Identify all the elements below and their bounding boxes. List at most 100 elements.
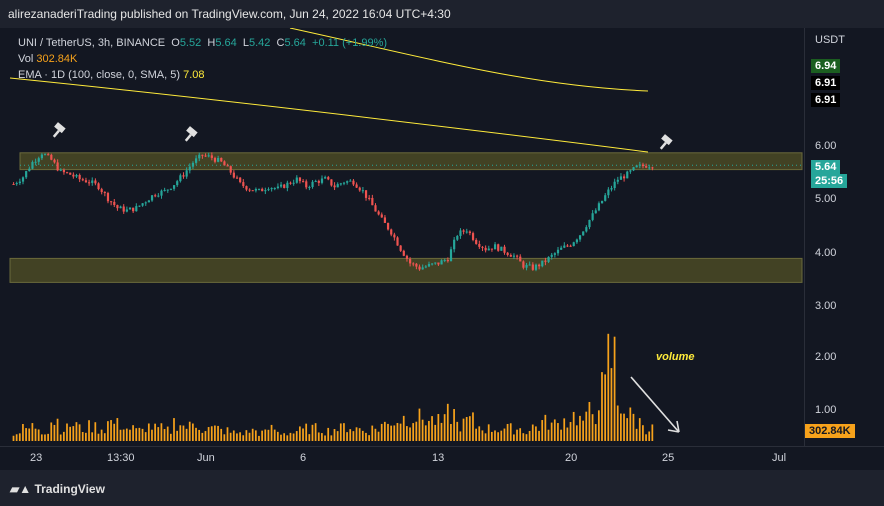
candle-body [377,211,380,215]
candle-body [453,239,456,250]
candle-body [531,264,534,270]
candle-body [437,262,440,265]
hammer-icon [52,122,66,138]
candle-body [544,260,547,262]
volume-bar [361,430,364,441]
candle-body [72,174,75,177]
volume-label[interactable]: Vol [18,53,33,65]
candle-body [279,184,283,187]
candle-body [220,157,223,162]
volume-bar [553,419,556,441]
volume-bar [100,429,103,441]
axis-unit: USDT [815,34,845,46]
candle-body [550,254,553,257]
candle-body [15,183,18,185]
candle-body [528,264,531,266]
volume-bar [528,430,531,441]
candle-body [578,235,582,240]
symbol-label[interactable]: UNI / TetherUS, 3h, BINANCE [18,37,165,49]
volume-bar [393,425,396,441]
volume-bar [500,430,503,441]
volume-bar [440,422,443,441]
volume-bar [406,426,408,441]
volume-bar [594,424,597,441]
price-chart[interactable] [8,28,804,446]
candle-body [563,245,566,248]
candle-body [431,263,434,265]
candle-body [346,181,349,183]
candle-body [462,230,465,232]
volume-bar [487,424,490,441]
candle-body [591,213,594,220]
candle-body [195,158,198,163]
volume-bar [443,414,446,441]
candle-body [358,187,361,191]
price-tick: 6.00 [815,140,837,152]
volume-bar [276,431,279,441]
candle-body [324,177,327,179]
candle-body [368,197,371,199]
volume-bar [214,425,216,441]
volume-bar [88,420,90,441]
candle-body [409,258,412,264]
volume-bar [651,424,654,441]
volume-bar [91,432,94,441]
volume-bar [371,425,374,441]
candle-body [229,166,232,173]
volume-bar [201,432,204,441]
candle-body [443,260,446,262]
open-value: 5.52 [179,37,202,49]
candle-body [204,155,207,157]
volume-bar [113,423,116,441]
volume-bar [610,368,613,441]
volume-bar [81,431,84,441]
candle-body [169,188,173,190]
candle-body [569,245,572,247]
volume-bar [547,429,550,441]
candle-body [418,266,421,270]
candle-body [632,167,635,171]
ema-label[interactable]: EMA · 1D (100, close, 0, SMA, 5) [18,69,180,81]
candle-body [645,166,648,168]
volume-bar [151,429,153,441]
candle-body [616,179,619,182]
countdown-tag: 25:56 [811,174,848,188]
candle-body [623,176,626,179]
volume-bar [516,429,518,441]
volume-bar [119,429,122,441]
volume-bar [613,336,616,441]
candle-body [43,154,47,156]
time-tick: Jun [197,452,215,464]
candle-body [405,255,409,259]
volume-bar [387,423,389,441]
candle-body [75,174,78,177]
price-tick: 1.00 [815,404,837,416]
volume-bar [166,426,169,441]
ema-line [9,77,649,153]
candle-body [456,235,459,240]
chart-area[interactable] [8,28,804,446]
volume-bar [204,431,207,441]
volume-bar [638,418,641,441]
candle-body [128,207,132,210]
candle-body [393,234,396,238]
candle-body [317,180,320,183]
volume-bar [85,432,87,441]
candle-body [399,245,402,251]
candle-body [37,158,40,162]
candle-body [481,246,484,248]
volume-bar [144,432,147,441]
price-tick: 3.00 [815,300,837,312]
time-axis[interactable]: 23 13:30 Jun 6 13 20 25 Jul [0,446,884,471]
volume-bar [116,418,119,441]
volume-bar [125,428,128,441]
tradingview-logo[interactable]: ▰▲ TradingView [10,482,105,496]
candle-body [434,262,437,264]
candle-body [21,177,25,182]
candle-body [185,170,188,177]
volume-bar [324,435,326,441]
hammer-icon [659,134,673,150]
candle-body [308,186,311,188]
price-axis[interactable]: USDT 6.94 6.91 6.91 6.00 5.64 25:56 5.00… [804,28,884,446]
candle-body [289,182,292,184]
